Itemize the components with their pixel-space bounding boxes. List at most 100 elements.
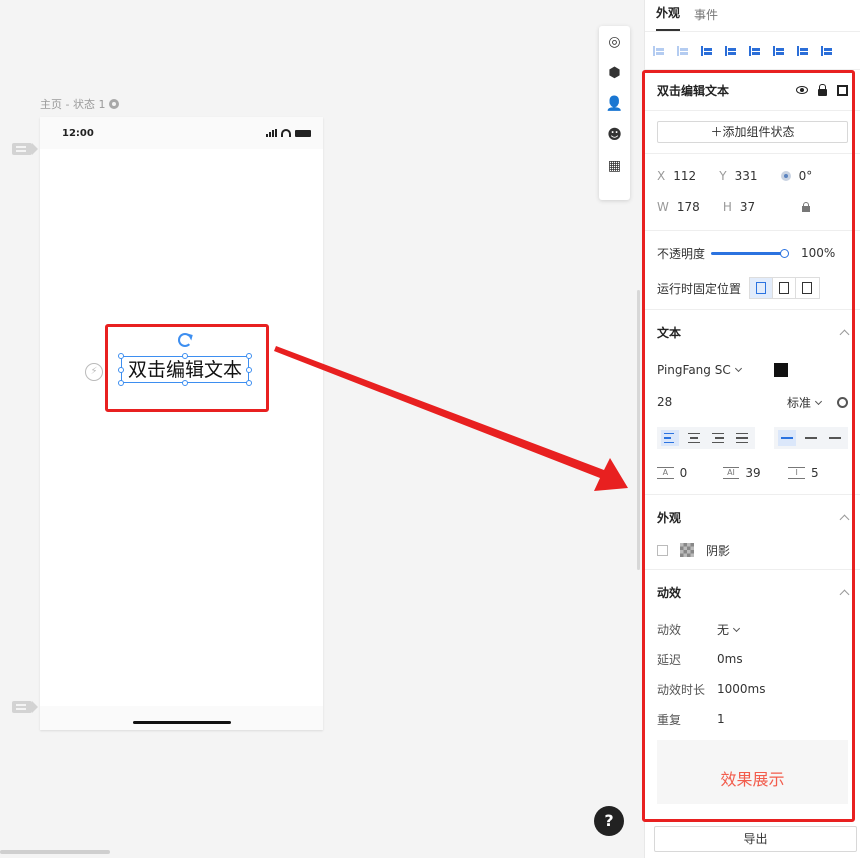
- chevron-down-icon: [734, 364, 742, 373]
- tab-appearance[interactable]: 外观: [656, 4, 681, 31]
- text-valign-middle-button[interactable]: [802, 430, 820, 446]
- state-section: ＋添加组件状态: [645, 121, 860, 154]
- cube-icon[interactable]: ⬢: [607, 65, 623, 81]
- duration-label: 动效时长: [657, 682, 706, 697]
- opacity-label: 不透明度: [657, 246, 706, 261]
- horizontal-scrollbar[interactable]: [0, 850, 110, 854]
- vertical-scrollbar[interactable]: [637, 290, 640, 570]
- emoji-icon[interactable]: ☻: [607, 127, 623, 143]
- y-input[interactable]: 331: [735, 169, 781, 183]
- repeat-label: 重复: [657, 712, 682, 727]
- component-title[interactable]: 双击编辑文本: [657, 82, 729, 99]
- lock-icon[interactable]: [818, 83, 827, 96]
- paragraph-spacing-input[interactable]: 5: [811, 466, 848, 480]
- fixed-none-button[interactable]: [750, 278, 774, 298]
- align-bottom-icon[interactable]: [821, 44, 834, 57]
- opacity-value[interactable]: 100%: [801, 246, 835, 260]
- effect-select[interactable]: 无: [717, 621, 741, 638]
- x-input[interactable]: 112: [673, 169, 719, 183]
- toolbox: ◎ ⬢ 👤 ☻ ▦: [599, 26, 630, 200]
- add-state-label: 添加组件状态: [722, 125, 795, 139]
- design-canvas[interactable]: 主页 - 状态 1 12:00 ⚡ 双击编辑文本 ◎ ⬢ 👤 ☻ ▦ ?: [0, 0, 644, 858]
- fixed-top-button[interactable]: [773, 278, 797, 298]
- collapse-appearance-icon[interactable]: [839, 514, 850, 524]
- text-align-justify-button[interactable]: [733, 430, 751, 446]
- font-family-select[interactable]: PingFang SC: [657, 363, 742, 377]
- visibility-icon[interactable]: [796, 86, 808, 94]
- delay-input[interactable]: 0ms: [717, 652, 743, 666]
- shadow-checkbox[interactable]: [657, 544, 668, 556]
- animation-section-title: 动效: [657, 585, 682, 600]
- export-button[interactable]: 导出: [654, 826, 857, 852]
- animation-section: 动效 动效 无 延迟 0ms 动效时长 1000ms 重复 1 效果展示: [645, 570, 860, 804]
- chevron-down-icon: [814, 397, 823, 405]
- shadow-color-swatch[interactable]: [680, 543, 694, 557]
- x-label: X: [657, 168, 666, 183]
- align-toolbar: [645, 32, 860, 70]
- fixed-position-options: [749, 277, 821, 299]
- opacity-slider-knob[interactable]: [780, 248, 790, 258]
- text-section: 文本 PingFang SC 28 标准 A 0 AI 39 I 5: [645, 310, 860, 495]
- rotation-input[interactable]: 0°: [799, 169, 813, 183]
- align-top-icon[interactable]: [773, 44, 786, 57]
- font-weight-select[interactable]: 标准: [786, 394, 823, 411]
- align-center-horizontal-icon[interactable]: [725, 44, 738, 57]
- line-height-icon: AI: [722, 467, 740, 479]
- letter-spacing-input[interactable]: 0: [680, 466, 717, 480]
- effect-value: 无: [717, 622, 730, 637]
- opacity-slider[interactable]: [711, 248, 790, 258]
- font-size-input[interactable]: 28: [657, 395, 672, 409]
- text-align-left-button[interactable]: [661, 430, 679, 446]
- target-icon[interactable]: ◎: [607, 34, 623, 50]
- line-height-input[interactable]: 39: [745, 466, 782, 480]
- user-icon[interactable]: 👤: [606, 96, 623, 112]
- effect-preview-label: 效果展示: [720, 770, 785, 789]
- h-input[interactable]: 37: [740, 200, 776, 214]
- properties-panel: 外观 事件 双击编辑文本 ＋添加组件状态 X 112 Y 331 0° W 17…: [642, 0, 860, 858]
- add-state-button[interactable]: ＋添加组件状态: [657, 121, 848, 143]
- text-settings-icon[interactable]: [837, 396, 848, 408]
- fixed-bottom-button[interactable]: [796, 278, 819, 298]
- fit-frame-icon[interactable]: [837, 84, 848, 96]
- collapse-text-icon[interactable]: [839, 329, 850, 339]
- text-color-swatch[interactable]: [774, 363, 788, 377]
- distribute-vertical-icon[interactable]: [677, 44, 690, 57]
- collapse-animation-icon[interactable]: [839, 589, 850, 599]
- rotation-icon: [780, 170, 791, 181]
- aspect-lock-icon[interactable]: [801, 201, 810, 212]
- effect-preview[interactable]: 效果展示: [657, 740, 848, 804]
- shadow-label: 阴影: [706, 543, 731, 558]
- text-align-right-button[interactable]: [709, 430, 727, 446]
- text-valign-bottom-button[interactable]: [826, 430, 844, 446]
- text-valign-top-button[interactable]: [778, 430, 796, 446]
- letter-spacing-icon: A: [657, 467, 674, 479]
- h-label: H: [722, 199, 732, 214]
- paragraph-spacing-icon: I: [788, 467, 805, 479]
- layout-icon[interactable]: ▦: [607, 158, 623, 174]
- align-right-icon[interactable]: [749, 44, 762, 57]
- text-align-center-button[interactable]: [685, 430, 703, 446]
- opacity-section: 不透明度 100% 运行时固定位置: [645, 231, 860, 310]
- font-weight-value: 标准: [786, 395, 811, 410]
- repeat-input[interactable]: 1: [717, 712, 725, 726]
- geometry-section: X 112 Y 331 0° W 178 H 37: [645, 154, 860, 231]
- component-header-section: 双击编辑文本: [645, 70, 860, 111]
- appearance-section: 外观 阴影: [645, 495, 860, 570]
- duration-input[interactable]: 1000ms: [717, 682, 765, 696]
- distribute-horizontal-icon[interactable]: [653, 44, 666, 57]
- w-label: W: [657, 199, 669, 214]
- effect-label: 动效: [657, 622, 682, 637]
- tab-events[interactable]: 事件: [694, 6, 718, 31]
- align-left-icon[interactable]: [701, 44, 714, 57]
- y-label: Y: [719, 168, 727, 183]
- panel-tabs: 外观 事件: [645, 0, 860, 32]
- w-input[interactable]: 178: [677, 200, 723, 214]
- help-button[interactable]: ?: [594, 806, 624, 836]
- font-family-value: PingFang SC: [657, 363, 731, 377]
- chevron-down-icon: [732, 624, 741, 632]
- align-center-vertical-icon[interactable]: [797, 44, 810, 57]
- appearance-section-title: 外观: [657, 510, 682, 525]
- text-section-title: 文本: [657, 325, 682, 340]
- horizontal-text-align: [657, 427, 755, 449]
- annotation-arrow: [274, 346, 628, 491]
